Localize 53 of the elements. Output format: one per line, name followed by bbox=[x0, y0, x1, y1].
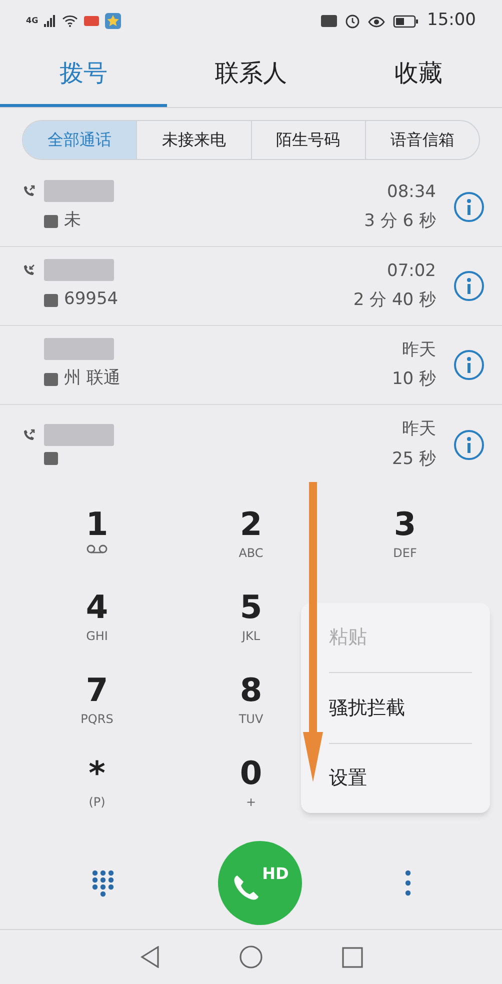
menu-item[interactable]: 设置 bbox=[329, 744, 472, 813]
filter-tab[interactable]: 语音信箱 bbox=[364, 121, 479, 159]
clock-icon bbox=[345, 14, 360, 28]
call-time: 07:02 bbox=[387, 260, 436, 282]
call-duration: 10 秒 bbox=[392, 368, 436, 391]
menu-item[interactable]: 骚扰拦截 bbox=[329, 673, 472, 744]
call-detail: 未 bbox=[64, 209, 81, 232]
voicemail-icon bbox=[86, 544, 108, 554]
call-duration: 25 秒 bbox=[392, 448, 436, 470]
more-icon[interactable] bbox=[404, 870, 411, 896]
info-icon[interactable] bbox=[454, 271, 484, 301]
signal-icon bbox=[44, 15, 56, 27]
dialpad-icon[interactable] bbox=[91, 868, 116, 896]
recents-icon[interactable] bbox=[342, 946, 362, 968]
battery-icon bbox=[393, 14, 419, 28]
call-duration: 3 分 6 秒 bbox=[364, 210, 436, 233]
filter-tab[interactable]: 未接来电 bbox=[136, 121, 250, 159]
outgoing-call-icon bbox=[22, 184, 36, 198]
call-time: 昨天 bbox=[402, 338, 436, 362]
dial-key[interactable]: * (P) bbox=[57, 753, 137, 811]
info-icon[interactable] bbox=[454, 350, 484, 380]
dial-key[interactable]: 2 ABC bbox=[211, 504, 291, 562]
dial-key[interactable]: 4 GHI bbox=[57, 587, 137, 645]
blurred-name bbox=[44, 180, 114, 202]
call-time: 昨天 bbox=[402, 418, 436, 441]
blurred-name bbox=[44, 338, 114, 360]
tab[interactable]: 拨号 bbox=[0, 42, 168, 107]
eye-icon bbox=[368, 14, 385, 28]
dial-key[interactable]: 7 PQRS bbox=[57, 670, 137, 728]
dial-key[interactable]: 3 DEF bbox=[365, 504, 445, 562]
call-duration: 2 分 40 秒 bbox=[353, 289, 436, 312]
wifi-icon bbox=[62, 15, 78, 27]
star-app-icon bbox=[105, 13, 122, 29]
clock-time: 15:00 bbox=[427, 9, 476, 32]
tab[interactable]: 联系人 bbox=[167, 42, 335, 107]
blurred-name bbox=[44, 424, 114, 446]
dial-key[interactable]: 5 JKL bbox=[211, 587, 291, 645]
dial-key[interactable]: 0 + bbox=[211, 753, 291, 811]
info-icon[interactable] bbox=[454, 430, 484, 460]
info-icon[interactable] bbox=[454, 192, 484, 222]
blurred-name bbox=[44, 259, 114, 282]
network-label: 4G bbox=[26, 15, 38, 27]
filter-tab[interactable]: 陌生号码 bbox=[250, 121, 365, 159]
tab[interactable]: 收藏 bbox=[334, 42, 502, 107]
call-detail: 69954 bbox=[64, 288, 118, 312]
dial-key[interactable]: 8 TUV bbox=[211, 670, 291, 728]
call-detail: 州 联通 bbox=[64, 367, 120, 390]
incoming-call-icon bbox=[22, 263, 36, 278]
dial-key[interactable]: 1 bbox=[57, 504, 137, 554]
outgoing-call-icon bbox=[22, 428, 36, 442]
call-time: 08:34 bbox=[387, 180, 436, 204]
back-icon[interactable] bbox=[140, 946, 160, 968]
home-icon[interactable] bbox=[238, 945, 262, 969]
